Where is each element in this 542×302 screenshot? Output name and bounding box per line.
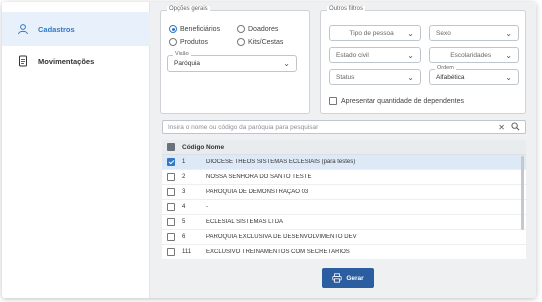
general-options-legend: Opções gerais [167, 6, 210, 12]
row-code: 6 [182, 234, 186, 240]
civil-status-label: Estado civil [336, 51, 369, 59]
show-dependents-checkbox[interactable] [329, 97, 337, 105]
order-value: Alfabética [436, 73, 465, 81]
table-row[interactable]: 3 PARÓQUIA DE DEMONSTRAÇÃO 03 [162, 185, 526, 200]
sidebar: Cadastros Movimentações [2, 2, 150, 298]
printer-icon [332, 273, 342, 283]
general-options-group: Opções gerais Beneficiários Doadores Pro… [160, 6, 310, 114]
chevron-down-icon: ⌄ [407, 50, 414, 60]
generate-button[interactable]: Gerar [322, 268, 374, 288]
radio-label: Beneficiários [180, 25, 221, 33]
user-icon [16, 22, 30, 36]
chevron-down-icon: ⌄ [407, 72, 414, 82]
row-name: DIOCESE THEOS SISTEMAS ECLESIAIS (para t… [206, 159, 356, 165]
radio-doadores[interactable]: Doadores [237, 25, 278, 33]
row-name: ECLESIAL SISTEMAS LTDA [206, 219, 284, 225]
table-row[interactable]: 4 - [162, 200, 526, 215]
search-icon[interactable] [511, 121, 520, 133]
select-all-checkbox[interactable] [167, 143, 175, 151]
radio-indicator[interactable] [237, 25, 245, 33]
sex-label: Sexo [436, 29, 451, 37]
order-select[interactable]: Ordem Alfabética ⌄ [429, 65, 519, 85]
search-input[interactable] [168, 123, 493, 131]
sidebar-item-label: Cadastros [38, 24, 75, 34]
order-legend: Ordem [435, 65, 456, 71]
header-name: Nome [206, 143, 225, 151]
row-checkbox[interactable] [167, 158, 175, 166]
sidebar-item-movimentacoes[interactable]: Movimentações [2, 44, 150, 78]
sidebar-item-label: Movimentações [38, 56, 95, 66]
chevron-down-icon: ⌄ [283, 59, 290, 68]
radio-indicator[interactable] [169, 38, 177, 46]
civil-status-select[interactable]: Estado civil ⌄ [329, 47, 421, 63]
chevron-down-icon: ⌄ [505, 28, 512, 38]
row-checkbox[interactable] [167, 203, 175, 211]
table-row[interactable]: 5 ECLESIAL SISTEMAS LTDA [162, 215, 526, 230]
status-label: Status [336, 73, 355, 81]
schooling-select[interactable]: Escolaridades ⌄ [429, 47, 519, 63]
row-name: EXCLUSIVO TREINAMENTOS COM SECRETÁRIOS [206, 249, 350, 255]
row-name: NOSSA SENHORA DO SANTO TESTE [206, 174, 312, 180]
table-row[interactable]: 6 PARÓQUIA EXCLUSIVA DE DESENVOLVIMENTO … [162, 230, 526, 245]
document-icon [16, 54, 30, 68]
table-header: Código Nome [162, 140, 526, 155]
other-filters-group: Outros filtros Tipo de pessoa ⌄ Sexo ⌄ E… [320, 6, 526, 114]
app-window: Cadastros Movimentações Opções gerais Be… [2, 2, 536, 298]
row-code: 5 [182, 219, 186, 225]
view-legend: Visão [173, 51, 191, 57]
radio-label: Produtos [180, 38, 209, 46]
row-name: PARÓQUIA EXCLUSIVA DE DESENVOLVIMENTO DE… [206, 234, 357, 240]
radio-beneficiarios[interactable]: Beneficiários [169, 25, 220, 33]
schooling-label: Escolaridades [450, 51, 492, 59]
radio-label: Kits/Cestas [248, 38, 284, 46]
chevron-down-icon: ⌄ [407, 28, 414, 38]
radio-indicator[interactable] [237, 38, 245, 46]
other-filters-legend: Outros filtros [327, 6, 366, 12]
status-select[interactable]: Status ⌄ [329, 69, 421, 85]
row-checkbox[interactable] [167, 173, 175, 181]
person-type-select[interactable]: Tipo de pessoa ⌄ [329, 25, 421, 41]
view-select[interactable]: Visão Paróquia ⌄ [167, 51, 297, 72]
row-code: 2 [182, 174, 186, 180]
show-dependents-option[interactable]: Apresentar quantidade de dependentes [329, 97, 464, 105]
person-type-label: Tipo de pessoa [349, 29, 394, 37]
clear-icon[interactable]: ✕ [498, 123, 505, 132]
row-code: 1 [182, 159, 186, 165]
generate-label: Gerar [346, 274, 364, 282]
table-row[interactable]: 1 DIOCESE THEOS SISTEMAS ECLESIAIS (para… [162, 155, 526, 170]
table-row[interactable]: 111 EXCLUSIVO TREINAMENTOS COM SECRETÁRI… [162, 245, 526, 260]
chevron-down-icon: ⌄ [505, 50, 512, 60]
radio-label: Doadores [248, 25, 279, 33]
header-code: Código [182, 143, 205, 151]
show-dependents-label: Apresentar quantidade de dependentes [341, 97, 464, 105]
sex-select[interactable]: Sexo ⌄ [429, 25, 519, 41]
radio-kits-cestas[interactable]: Kits/Cestas [237, 38, 283, 46]
row-checkbox[interactable] [167, 218, 175, 226]
main-content: Opções gerais Beneficiários Doadores Pro… [150, 2, 536, 298]
table-scrollbar[interactable] [521, 156, 524, 230]
row-code: 4 [182, 204, 186, 210]
table-row[interactable]: 2 NOSSA SENHORA DO SANTO TESTE [162, 170, 526, 185]
row-code: 111 [182, 249, 192, 255]
radio-produtos[interactable]: Produtos [169, 38, 208, 46]
row-checkbox[interactable] [167, 188, 175, 196]
radio-indicator[interactable] [169, 25, 177, 33]
search-bar: ✕ [162, 120, 526, 134]
row-name: PARÓQUIA DE DEMONSTRAÇÃO 03 [206, 189, 309, 195]
row-code: 3 [182, 189, 186, 195]
parish-table: Código Nome 1 DIOCESE THEOS SISTEMAS ECL… [162, 140, 526, 260]
row-checkbox[interactable] [167, 233, 175, 241]
view-value: Paróquia [174, 60, 201, 67]
chevron-down-icon: ⌄ [505, 72, 512, 82]
row-name: - [206, 204, 208, 210]
sidebar-item-cadastros[interactable]: Cadastros [2, 12, 150, 46]
row-checkbox[interactable] [167, 248, 175, 256]
